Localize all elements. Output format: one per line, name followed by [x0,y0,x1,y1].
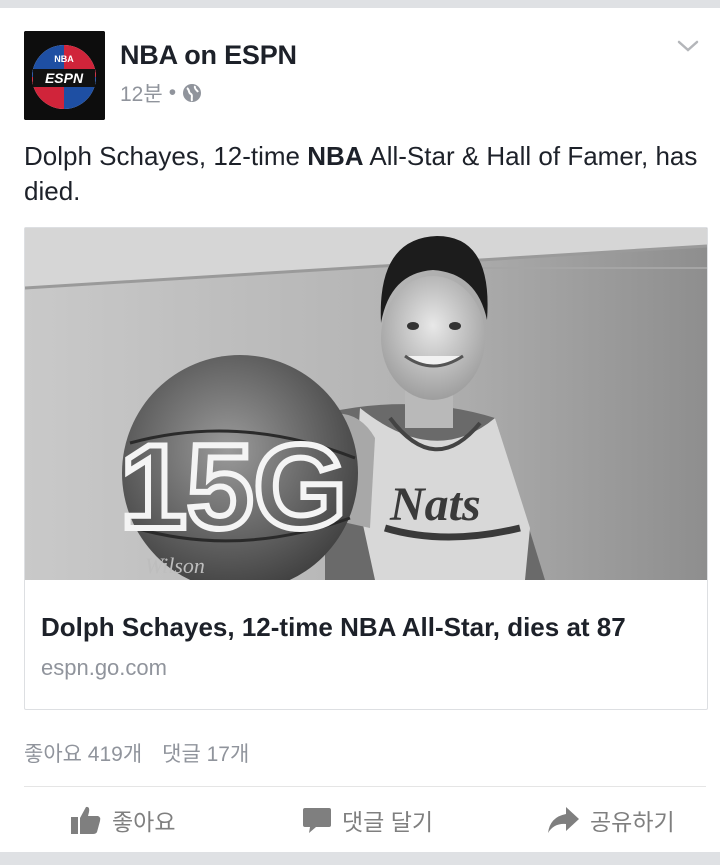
comment-count[interactable]: 댓글 17개 [162,738,249,768]
post-time[interactable]: 12분 [120,78,163,108]
post-text: Dolph Schayes, 12-time NBA All-Star & Ha… [24,139,704,209]
link-domain: espn.go.com [41,655,167,680]
share-button[interactable]: 공유하기 [546,798,675,842]
globe-icon [183,84,202,102]
page-avatar[interactable]: NBA ESPN [24,31,105,120]
meta-separator: • [168,81,177,104]
comment-label: 댓글 달기 [342,809,434,835]
nba-espn-logo: NBA ESPN [24,31,105,120]
like-button[interactable]: 좋아요 [70,798,175,842]
comment-button[interactable]: 댓글 달기 [302,798,433,842]
post-text-part: Dolph Schayes, 12-time [24,141,308,171]
post-meta: 12분 • [120,78,202,108]
svg-text:Nats: Nats [389,478,481,531]
chevron-down-icon[interactable] [674,32,702,60]
like-count[interactable]: 좋아요 419개 [24,738,142,768]
share-icon [548,807,579,833]
link-title[interactable]: Dolph Schayes, 12-time NBA All-Star, die… [41,612,691,643]
share-label: 공유하기 [590,809,675,835]
thumbs-up-icon [71,806,101,834]
svg-text:15G: 15G [120,420,347,554]
like-label: 좋아요 [112,809,176,835]
post-stats: 좋아요 419개 댓글 17개 [24,738,249,768]
post-card: NBA ESPN NBA on ESPN 12분 • Dolph Schayes… [0,8,720,852]
svg-text:Wilson: Wilson [145,553,205,578]
action-bar: 좋아요 댓글 달기 공유하기 [0,798,720,842]
link-preview[interactable]: Nats 15G Wilson Dolph Schayes, 12-time N… [24,227,708,710]
svg-text:ESPN: ESPN [45,70,84,86]
divider [24,786,706,787]
page-name[interactable]: NBA on ESPN [120,40,297,71]
svg-text:NBA: NBA [54,54,74,64]
post-text-bold: NBA [307,141,364,171]
comment-icon [303,808,331,833]
article-photo[interactable]: Nats 15G Wilson [25,228,707,580]
